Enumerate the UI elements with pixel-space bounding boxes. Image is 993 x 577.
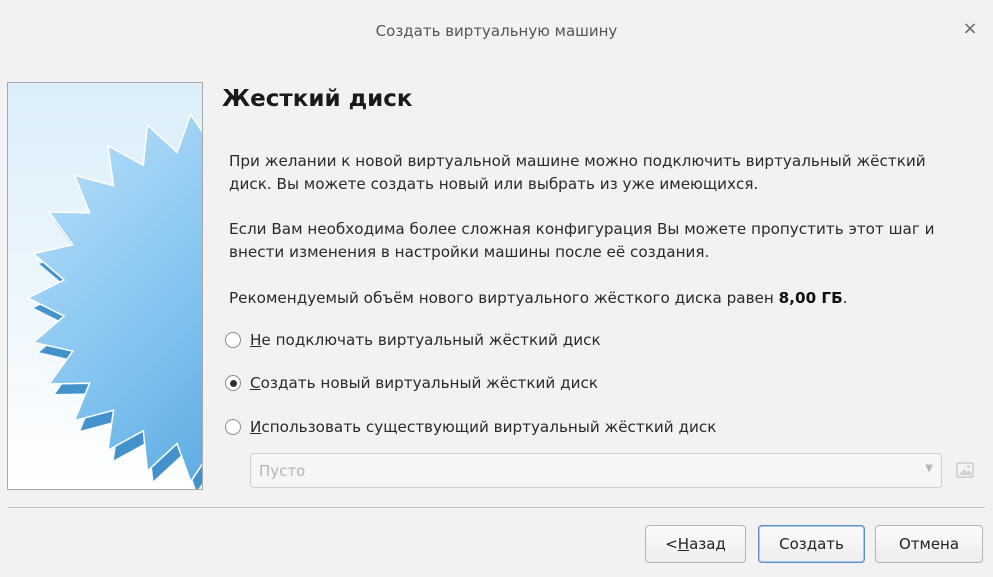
option-no-disk[interactable]: Не подключать виртуальный жёсткий диск: [225, 329, 601, 351]
option-existing-disk-label: Использовать существующий виртуальный жё…: [250, 418, 717, 436]
starburst-icon: [26, 112, 202, 489]
window-title: Создать виртуальную машину: [375, 22, 618, 40]
recommended-suffix: .: [842, 289, 848, 307]
wizard-illustration: [7, 82, 203, 490]
close-icon[interactable]: ×: [959, 18, 981, 40]
advanced-config-paragraph: Если Вам необходима более сложная конфиг…: [229, 220, 935, 261]
page-title: Жесткий диск: [222, 86, 413, 112]
back-button[interactable]: < Назад: [645, 525, 746, 563]
create-button[interactable]: Создать: [758, 525, 865, 563]
chevron-down-icon: ▼: [925, 463, 933, 474]
option-create-disk-label: Создать новый виртуальный жёсткий диск: [250, 374, 599, 392]
option-existing-disk[interactable]: Использовать существующий виртуальный жё…: [225, 416, 716, 438]
existing-disk-value: Пусто: [259, 462, 306, 480]
radio-no-disk[interactable]: [225, 332, 241, 348]
cancel-button[interactable]: Отмена: [875, 525, 983, 563]
description-paragraph: При желании к новой виртуальной машине м…: [229, 152, 926, 193]
recommended-size-text: Рекомендуемый объём нового виртуального …: [229, 287, 969, 310]
folder-open-icon[interactable]: [954, 458, 978, 482]
recommended-size-value: 8,00 ГБ: [778, 289, 843, 307]
existing-disk-select[interactable]: Пусто ▼: [250, 453, 942, 488]
recommended-prefix: Рекомендуемый объём нового виртуального …: [229, 289, 779, 307]
option-no-disk-label: Не подключать виртуальный жёсткий диск: [250, 331, 601, 349]
radio-create-disk[interactable]: [225, 375, 241, 391]
title-bar: Создать виртуальную машину ×: [0, 0, 993, 64]
option-create-disk[interactable]: Создать новый виртуальный жёсткий диск: [225, 372, 598, 394]
radio-existing-disk[interactable]: [225, 419, 241, 435]
footer-divider: [8, 507, 985, 508]
